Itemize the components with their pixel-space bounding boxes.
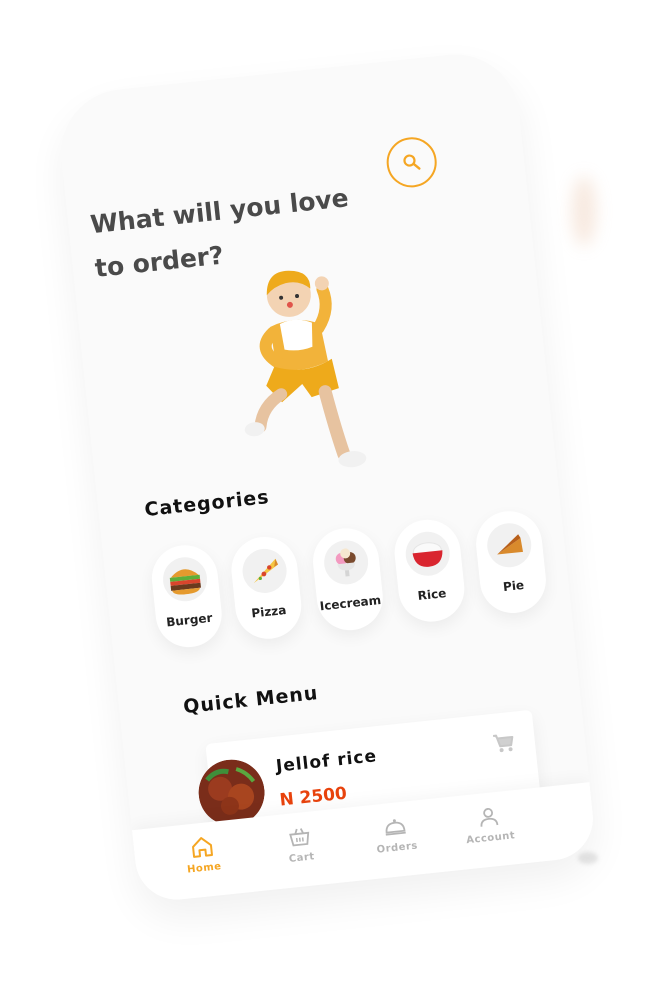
category-label: Pizza	[250, 602, 287, 621]
search-icon	[403, 154, 421, 170]
nav-account[interactable]: Account	[447, 801, 531, 848]
pie-icon	[485, 521, 534, 570]
cart-icon	[492, 734, 514, 753]
hero-character-illustration	[244, 270, 367, 468]
nav-orders[interactable]: Orders	[354, 811, 438, 858]
nav-label: Home	[186, 861, 223, 876]
background-blur-decor	[572, 176, 596, 246]
categories-title: Categories	[143, 486, 271, 522]
home-icon	[192, 837, 213, 858]
category-label: Burger	[165, 610, 214, 630]
menu-item-name: Jellof rice	[275, 746, 378, 777]
category-label: Icecream	[319, 592, 382, 614]
category-burger[interactable]: Burger	[148, 542, 225, 651]
category-rice[interactable]: Rice	[391, 516, 468, 625]
category-label: Pie	[502, 577, 525, 595]
nav-label: Account	[465, 830, 516, 847]
burger-icon	[160, 555, 210, 604]
category-icecream[interactable]: Icecream	[309, 525, 387, 634]
search-button[interactable]	[384, 134, 440, 190]
category-label: Rice	[417, 586, 447, 604]
cart-icon	[289, 828, 310, 847]
nav-home[interactable]: Home	[161, 831, 245, 878]
pizza-icon	[240, 546, 289, 596]
menu-item-price: N 2500	[278, 783, 348, 811]
categories-list: Burger Pizza Icecream Rice Pie	[148, 505, 578, 658]
category-pizza[interactable]: Pizza	[228, 533, 305, 643]
phone-screen: What will you love to order? Categories	[54, 48, 598, 904]
account-icon	[480, 808, 499, 827]
quick-menu-title: Quick Menu	[182, 682, 320, 719]
orders-icon	[385, 819, 406, 836]
icecream-icon	[321, 538, 371, 587]
nav-label: Cart	[288, 851, 316, 865]
rice-icon	[403, 529, 452, 578]
category-pie[interactable]: Pie	[472, 507, 550, 617]
add-to-cart-button[interactable]	[492, 732, 516, 758]
background-shadow-decor	[578, 852, 598, 864]
nav-cart[interactable]: Cart	[259, 821, 343, 868]
nav-label: Orders	[376, 840, 419, 856]
